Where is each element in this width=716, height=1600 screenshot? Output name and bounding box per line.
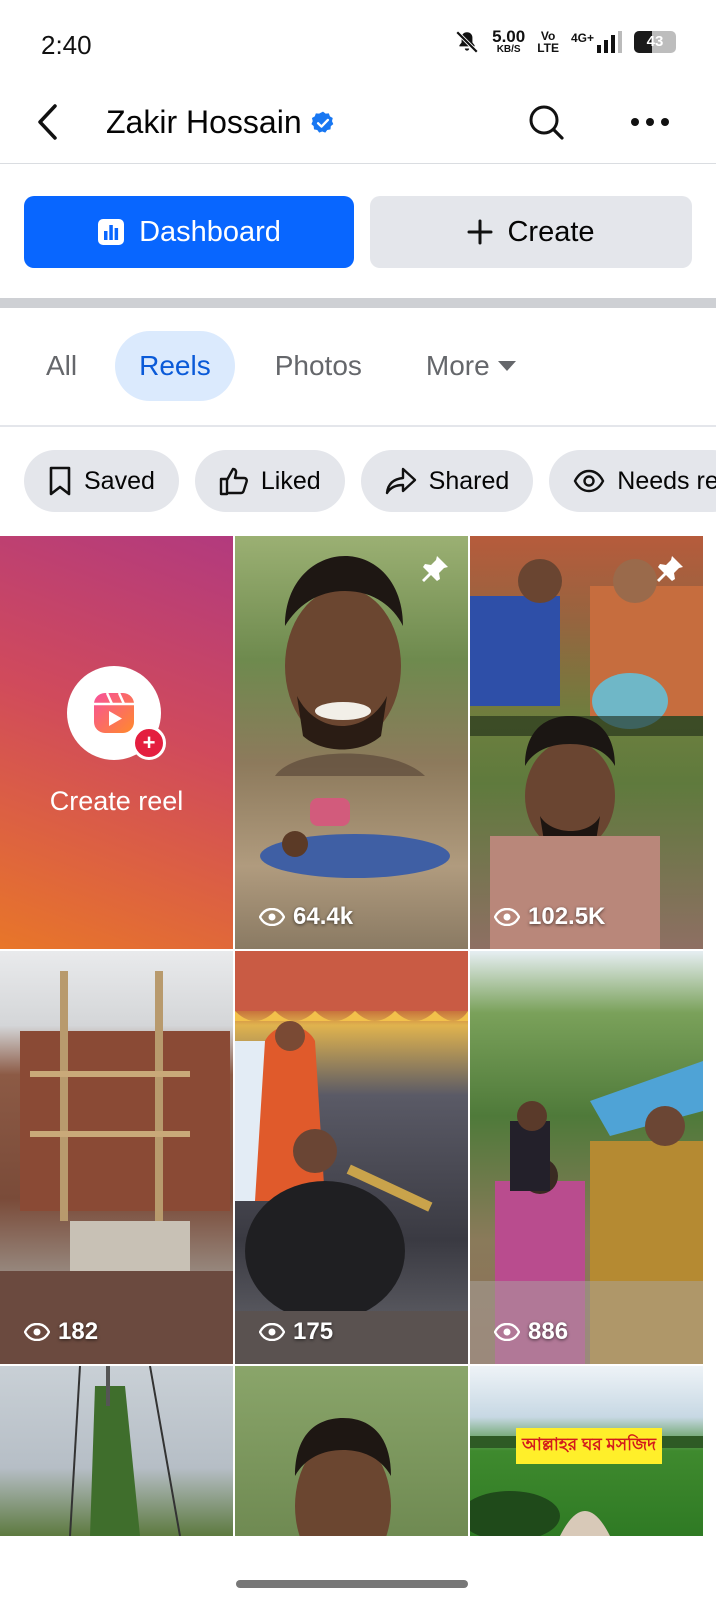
reel-tile[interactable]: 102.5K [470, 536, 703, 949]
back-button[interactable] [28, 102, 68, 142]
reel-thumbnail [0, 971, 233, 1364]
status-bar: 2:40 5.00 KB/S Vo LTE 4G+ 43 [0, 0, 716, 90]
bookmark-icon [49, 466, 71, 496]
search-icon [529, 105, 564, 140]
plus-icon [467, 219, 493, 245]
volte-indicator: Vo LTE [537, 28, 559, 55]
pin-icon [420, 554, 450, 589]
content-tabs: All Reels Photos More [24, 330, 556, 402]
view-count: 886 [494, 1318, 568, 1346]
chip-needs-review[interactable]: Needs re [549, 450, 716, 512]
battery-icon: 43 [634, 30, 676, 53]
chip-saved[interactable]: Saved [24, 450, 179, 512]
reel-tile[interactable] [235, 1366, 468, 1536]
reel-tile[interactable]: 175 [235, 951, 468, 1364]
tab-more[interactable]: More [402, 331, 540, 401]
pin-icon [655, 554, 685, 589]
chevron-left-icon [38, 104, 57, 140]
reel-tile[interactable]: 182 [0, 951, 233, 1364]
reel-tile[interactable]: আল্লাহর ঘর মসজিদ [470, 1366, 703, 1536]
search-button[interactable] [526, 102, 566, 142]
page-title-group: Zakir Hossain [106, 104, 336, 141]
home-indicator[interactable] [236, 1580, 468, 1588]
page-title: Zakir Hossain [106, 104, 302, 140]
reel-thumbnail [295, 1418, 391, 1536]
share-icon [385, 467, 416, 495]
action-buttons: Dashboard Create [24, 196, 692, 268]
reel-thumbnail [470, 1061, 703, 1364]
tabs-divider [0, 425, 716, 427]
add-badge-icon: + [132, 726, 166, 760]
reel-thumbnail [260, 556, 450, 878]
reel-thumbnail [69, 1366, 181, 1536]
section-divider [0, 298, 716, 308]
filter-chips: Saved Liked Shared Needs re [24, 450, 716, 514]
ellipsis-icon [631, 118, 669, 126]
eye-icon [494, 1323, 520, 1341]
dashboard-button[interactable]: Dashboard [24, 196, 354, 268]
create-label: Create [507, 215, 595, 248]
view-count: 64.4k [259, 903, 353, 931]
create-button[interactable]: Create [370, 196, 692, 268]
chip-liked[interactable]: Liked [194, 450, 345, 512]
view-count: 182 [24, 1318, 98, 1346]
view-count: 102.5K [494, 903, 605, 931]
reel-tile[interactable]: 886 [470, 951, 703, 1364]
verified-badge-icon [311, 111, 333, 133]
signal-icon: 4G+ [571, 30, 622, 53]
status-time: 2:40 [41, 30, 92, 60]
create-reel-label: Create reel [49, 786, 184, 816]
tab-all[interactable]: All [24, 331, 99, 401]
create-reel-tile[interactable]: + Create reel [0, 536, 233, 949]
bar-chart-icon [98, 219, 125, 245]
view-count: 175 [259, 1318, 333, 1346]
dashboard-label: Dashboard [139, 215, 281, 248]
eye-icon [573, 469, 605, 493]
network-speed: 5.00 KB/S [492, 27, 526, 55]
eye-icon [24, 1323, 50, 1341]
reel-tile[interactable]: 64.4k [235, 536, 468, 949]
reel-tile[interactable] [0, 1366, 233, 1536]
caret-down-icon [497, 361, 516, 371]
muted-bell-icon [456, 30, 479, 53]
status-icons: 5.00 KB/S Vo LTE 4G+ 43 [454, 28, 676, 55]
tab-reels[interactable]: Reels [115, 331, 235, 401]
tab-photos[interactable]: Photos [251, 331, 386, 401]
page-header: Zakir Hossain [0, 90, 716, 164]
reel-thumbnail [235, 951, 468, 1364]
thumbs-up-icon [219, 467, 248, 496]
reel-thumbnail [470, 559, 703, 949]
reel-text-banner: আল্লাহর ঘর মসজিদ [516, 1428, 663, 1464]
eye-icon [259, 908, 285, 926]
eye-icon [494, 908, 520, 926]
more-options-button[interactable] [628, 102, 672, 142]
chip-shared[interactable]: Shared [360, 450, 534, 512]
eye-icon [259, 1323, 285, 1341]
